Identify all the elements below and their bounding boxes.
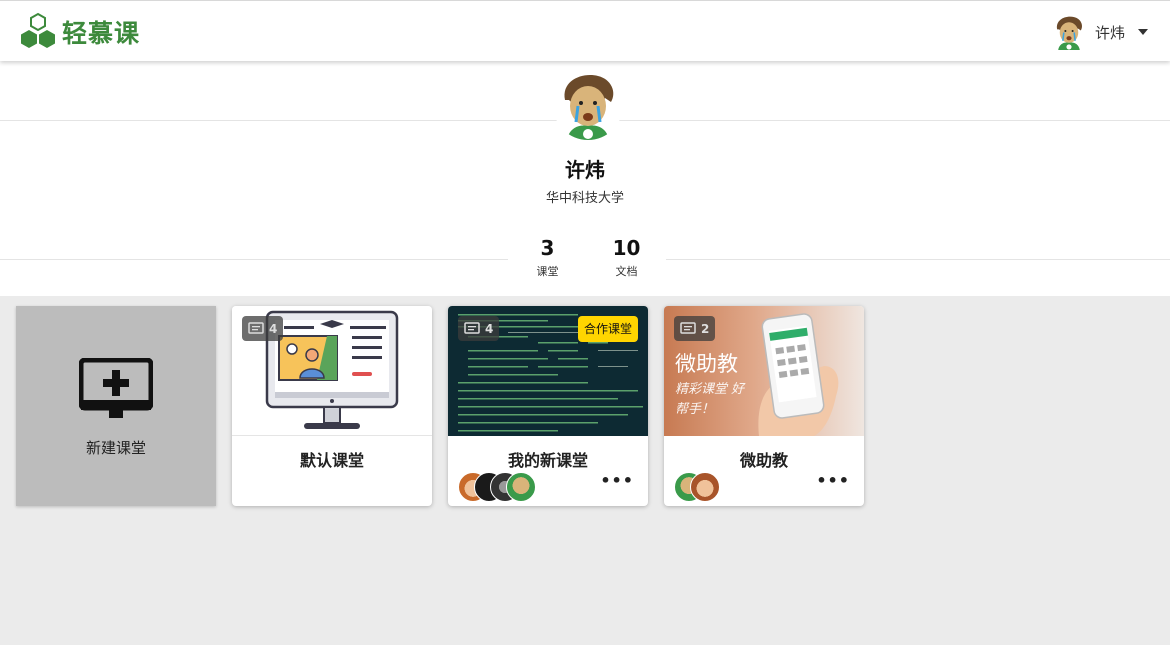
- message-icon: [464, 321, 480, 334]
- stat-classes[interactable]: 3 课堂: [518, 233, 578, 285]
- more-options-icon[interactable]: •••: [816, 473, 850, 489]
- profile-school: 华中科技大学: [545, 191, 624, 206]
- member-avatars: [674, 472, 720, 502]
- member-avatars: [458, 472, 536, 502]
- logo-text: 轻慕课: [62, 19, 141, 48]
- user-menu[interactable]: 许炜: [1051, 12, 1148, 52]
- profile-section: 许炜 华中科技大学 3 课堂 10 文档: [0, 61, 1170, 296]
- class-title: 微助教: [739, 451, 788, 470]
- message-count-badge: 4: [458, 316, 500, 341]
- profile-avatar: [553, 70, 623, 140]
- message-count: 4: [485, 321, 494, 336]
- message-icon: [680, 321, 696, 334]
- message-count-badge: 2: [674, 316, 716, 341]
- class-card[interactable]: 微助教 精彩课堂 好帮手！ 2 微助教 •••: [664, 306, 864, 506]
- profile-name: 许炜: [565, 158, 605, 182]
- user-name: 许炜: [1094, 23, 1125, 42]
- new-class-label: 新建课堂: [85, 439, 146, 457]
- user-avatar: [1056, 16, 1083, 50]
- stat-label: 文档: [615, 265, 638, 278]
- class-card[interactable]: 4 默认课堂: [232, 306, 432, 506]
- cooperative-class-tag: 合作课堂: [577, 316, 638, 342]
- chevron-down-icon: [1138, 29, 1148, 35]
- stat-documents[interactable]: 10 文档: [597, 233, 657, 285]
- message-count: 2: [701, 321, 710, 336]
- cover-subtitle: 精彩课堂 好帮手！: [675, 382, 745, 417]
- avatar: [690, 472, 720, 502]
- more-options-icon[interactable]: •••: [600, 473, 634, 489]
- class-title: 我的新课堂: [507, 451, 588, 470]
- message-icon: [248, 321, 264, 334]
- top-navigation-bar: 轻慕课 许炜: [0, 0, 1170, 61]
- class-title: 默认课堂: [299, 451, 364, 470]
- logo-hexagon-icon: [21, 12, 55, 48]
- stat-value: 3: [540, 236, 555, 260]
- avatar: [506, 472, 536, 502]
- message-count: 4: [269, 321, 278, 336]
- stat-value: 10: [612, 236, 641, 260]
- cover-title: 微助教: [675, 352, 738, 376]
- stat-label: 课堂: [536, 265, 559, 278]
- monitor-plus-icon: [79, 358, 153, 418]
- logo[interactable]: 轻慕课: [17, 11, 140, 53]
- profile-stats: 3 课堂 10 文档: [508, 233, 666, 285]
- class-card[interactable]: 4 合作课堂 我的新课堂 •••: [448, 306, 648, 506]
- message-count-badge: 4: [242, 316, 284, 341]
- new-class-button[interactable]: 新建课堂: [16, 306, 216, 506]
